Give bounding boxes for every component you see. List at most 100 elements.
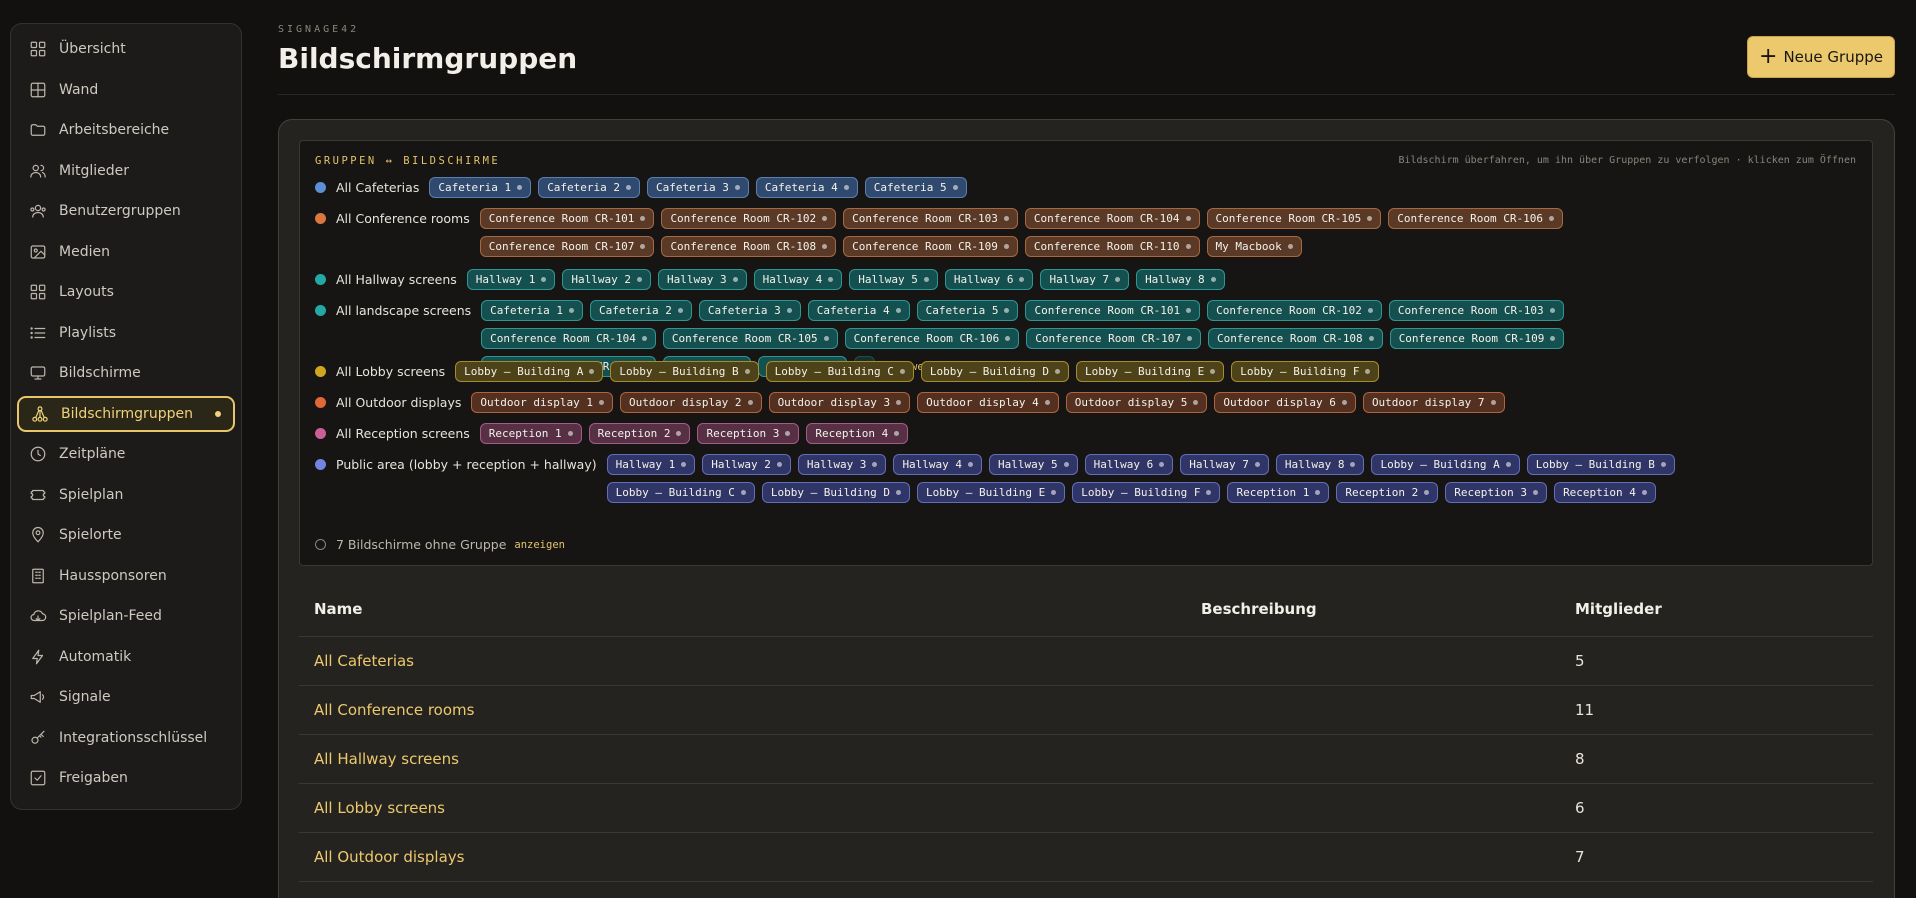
screen-chip[interactable]: Lobby — Building C — [606, 482, 755, 503]
screen-chip[interactable]: Hallway 3 — [797, 454, 887, 475]
group-name[interactable]: All landscape screens — [315, 300, 471, 321]
screen-chip[interactable]: Hallway 1 — [466, 269, 556, 290]
screen-chip[interactable]: Conference Room CR-107 — [1026, 328, 1201, 349]
screen-chip[interactable]: Conference Room CR-102 — [1207, 300, 1382, 321]
screen-chip[interactable]: Hallway 3 — [658, 269, 747, 290]
screen-chip[interactable]: Cafeteria 4 — [807, 300, 910, 321]
group-name[interactable]: All Hallway screens — [315, 269, 457, 290]
screen-chip[interactable]: Cafeteria 1 — [429, 177, 532, 198]
screen-chip[interactable]: Lobby — Building D — [920, 361, 1070, 382]
screen-chip[interactable]: Lobby — Building D — [761, 482, 911, 503]
screen-chip[interactable]: Conference Room CR-108 — [661, 236, 837, 257]
screen-chip[interactable]: Outdoor display 4 — [917, 392, 1059, 413]
sidebar-item-wand[interactable]: Wand — [17, 72, 235, 108]
screen-chip[interactable]: Hallway 7 — [1180, 454, 1269, 475]
screen-chip[interactable]: Conference Room CR-105 — [1206, 208, 1382, 229]
screen-chip[interactable]: Lobby — Building A — [1371, 454, 1520, 475]
screen-chip[interactable]: Reception 3 — [697, 423, 800, 444]
screen-chip[interactable]: Hallway 5 — [989, 454, 1078, 475]
screen-chip[interactable]: Hallway 8 — [1275, 454, 1365, 475]
group-name-link[interactable]: All Cafeterias — [299, 652, 1201, 670]
screen-chip[interactable]: Conference Room CR-104 — [1024, 208, 1200, 229]
screen-chip[interactable]: Conference Room CR-104 — [481, 328, 656, 349]
group-name[interactable]: All Reception screens — [315, 423, 470, 444]
table-row[interactable]: All Reception screens4 — [299, 882, 1873, 898]
sidebar-item-layouts[interactable]: Layouts — [17, 274, 235, 310]
column-header-members[interactable]: Mitglieder — [1575, 600, 1662, 618]
screen-chip[interactable]: Hallway 6 — [1084, 454, 1174, 475]
sidebar-item-integrationsschluessel[interactable]: Integrationsschlüssel — [17, 720, 235, 756]
sidebar-item-zeitplaene[interactable]: Zeitpläne — [17, 436, 235, 472]
group-name-link[interactable]: All Lobby screens — [299, 799, 1201, 817]
group-name-link[interactable]: All Conference rooms — [299, 701, 1201, 719]
screen-chip[interactable]: Outdoor display 6 — [1214, 392, 1356, 413]
screen-chip[interactable]: Conference Room CR-101 — [1025, 300, 1201, 321]
screen-chip[interactable]: Reception 4 — [806, 423, 909, 444]
table-row[interactable]: All Outdoor displays 7 — [299, 833, 1873, 882]
screen-chip[interactable]: Cafeteria 4 — [755, 177, 858, 198]
group-name[interactable]: All Cafeterias — [315, 177, 419, 198]
sidebar-item-automatik[interactable]: Automatik — [17, 639, 235, 675]
sidebar-item-bildschirmgruppen[interactable]: Bildschirmgruppen — [17, 395, 235, 432]
column-header-name[interactable]: Name — [299, 600, 1201, 618]
screen-chip[interactable]: Outdoor display 2 — [619, 392, 762, 413]
sidebar-item-uebersicht[interactable]: Übersicht — [17, 31, 235, 67]
screen-chip[interactable]: Hallway 1 — [606, 454, 696, 475]
group-name[interactable]: All Conference rooms — [315, 208, 470, 229]
screen-chip[interactable]: Lobby — Building F — [1072, 482, 1221, 503]
show-ungrouped-link[interactable]: anzeigen — [514, 539, 565, 551]
sidebar-item-benutzergruppen[interactable]: Benutzergruppen — [17, 193, 235, 229]
sidebar-item-arbeitsbereiche[interactable]: Arbeitsbereiche — [17, 112, 235, 148]
screen-chip[interactable]: Cafeteria 2 — [538, 177, 641, 198]
sidebar-item-bildschirme[interactable]: Bildschirme — [17, 355, 235, 391]
screen-chip[interactable]: Cafeteria 3 — [698, 300, 801, 321]
screen-chip[interactable]: Conference Room CR-102 — [661, 208, 837, 229]
new-group-button[interactable]: + Neue Gruppe — [1747, 36, 1895, 78]
screen-chip[interactable]: Lobby — Building E — [1076, 361, 1225, 382]
screen-chip[interactable]: Hallway 7 — [1040, 269, 1130, 290]
group-name[interactable]: All Lobby screens — [315, 361, 445, 382]
screen-chip[interactable]: Hallway 2 — [702, 454, 791, 475]
sidebar-item-freigaben[interactable]: Freigaben — [17, 760, 235, 796]
screen-chip[interactable]: Hallway 2 — [562, 269, 652, 290]
screen-chip[interactable]: Reception 2 — [588, 423, 691, 444]
screen-chip[interactable]: Hallway 8 — [1136, 269, 1225, 290]
screen-chip[interactable]: Lobby — Building E — [917, 482, 1066, 503]
screen-chip[interactable]: Conference Room CR-105 — [662, 328, 838, 349]
sidebar-item-signale[interactable]: Signale — [17, 679, 235, 715]
table-row[interactable]: All Hallway screens 8 — [299, 735, 1873, 784]
screen-chip[interactable]: Conference Room CR-109 — [1389, 328, 1565, 349]
sidebar-item-spielplan[interactable]: Spielplan — [17, 477, 235, 513]
screen-chip[interactable]: Outdoor display 5 — [1065, 392, 1208, 413]
screen-chip[interactable]: Outdoor display 3 — [768, 392, 911, 413]
sidebar-item-haussponsoren[interactable]: Haussponsoren — [17, 558, 235, 594]
screen-chip[interactable]: Reception 2 — [1336, 482, 1439, 503]
group-name-link[interactable]: All Hallway screens — [299, 750, 1201, 768]
screen-chip[interactable]: Cafeteria 3 — [647, 177, 749, 198]
column-header-description[interactable]: Beschreibung — [1201, 600, 1575, 618]
sidebar-item-medien[interactable]: Medien — [17, 234, 235, 270]
screen-chip[interactable]: Hallway 4 — [893, 454, 983, 475]
screen-chip[interactable]: Outdoor display 1 — [471, 392, 613, 413]
screen-chip[interactable]: Reception 1 — [479, 423, 582, 444]
screen-chip[interactable]: Conference Room CR-107 — [479, 236, 655, 257]
screen-chip[interactable]: Conference Room CR-106 — [844, 328, 1020, 349]
screen-chip[interactable]: Cafeteria 1 — [481, 300, 584, 321]
screen-chip[interactable]: Outdoor display 7 — [1362, 392, 1505, 413]
table-row[interactable]: All Lobby screens 6 — [299, 784, 1873, 833]
screen-chip[interactable]: Cafeteria 2 — [590, 300, 692, 321]
screen-chip[interactable]: Conference Room CR-101 — [479, 208, 655, 229]
screen-chip[interactable]: Lobby — Building B — [610, 361, 759, 382]
screen-chip[interactable]: Reception 4 — [1554, 482, 1656, 503]
screen-chip[interactable]: Hallway 4 — [753, 269, 843, 290]
sidebar-item-playlists[interactable]: Playlists — [17, 315, 235, 351]
screen-chip[interactable]: Reception 3 — [1445, 482, 1548, 503]
group-name[interactable]: Public area (lobby + reception + hallway… — [315, 454, 597, 475]
screen-chip[interactable]: Lobby — Building A — [455, 361, 604, 382]
screen-chip[interactable]: Cafeteria 5 — [916, 300, 1019, 321]
sidebar-item-mitglieder[interactable]: Mitglieder — [17, 153, 235, 189]
sidebar-item-spielplan-feed[interactable]: Spielplan-Feed — [17, 598, 235, 634]
screen-chip[interactable]: Lobby — Building F — [1231, 361, 1380, 382]
group-name[interactable]: All Outdoor displays — [315, 392, 461, 413]
screen-chip[interactable]: Conference Room CR-103 — [843, 208, 1018, 229]
